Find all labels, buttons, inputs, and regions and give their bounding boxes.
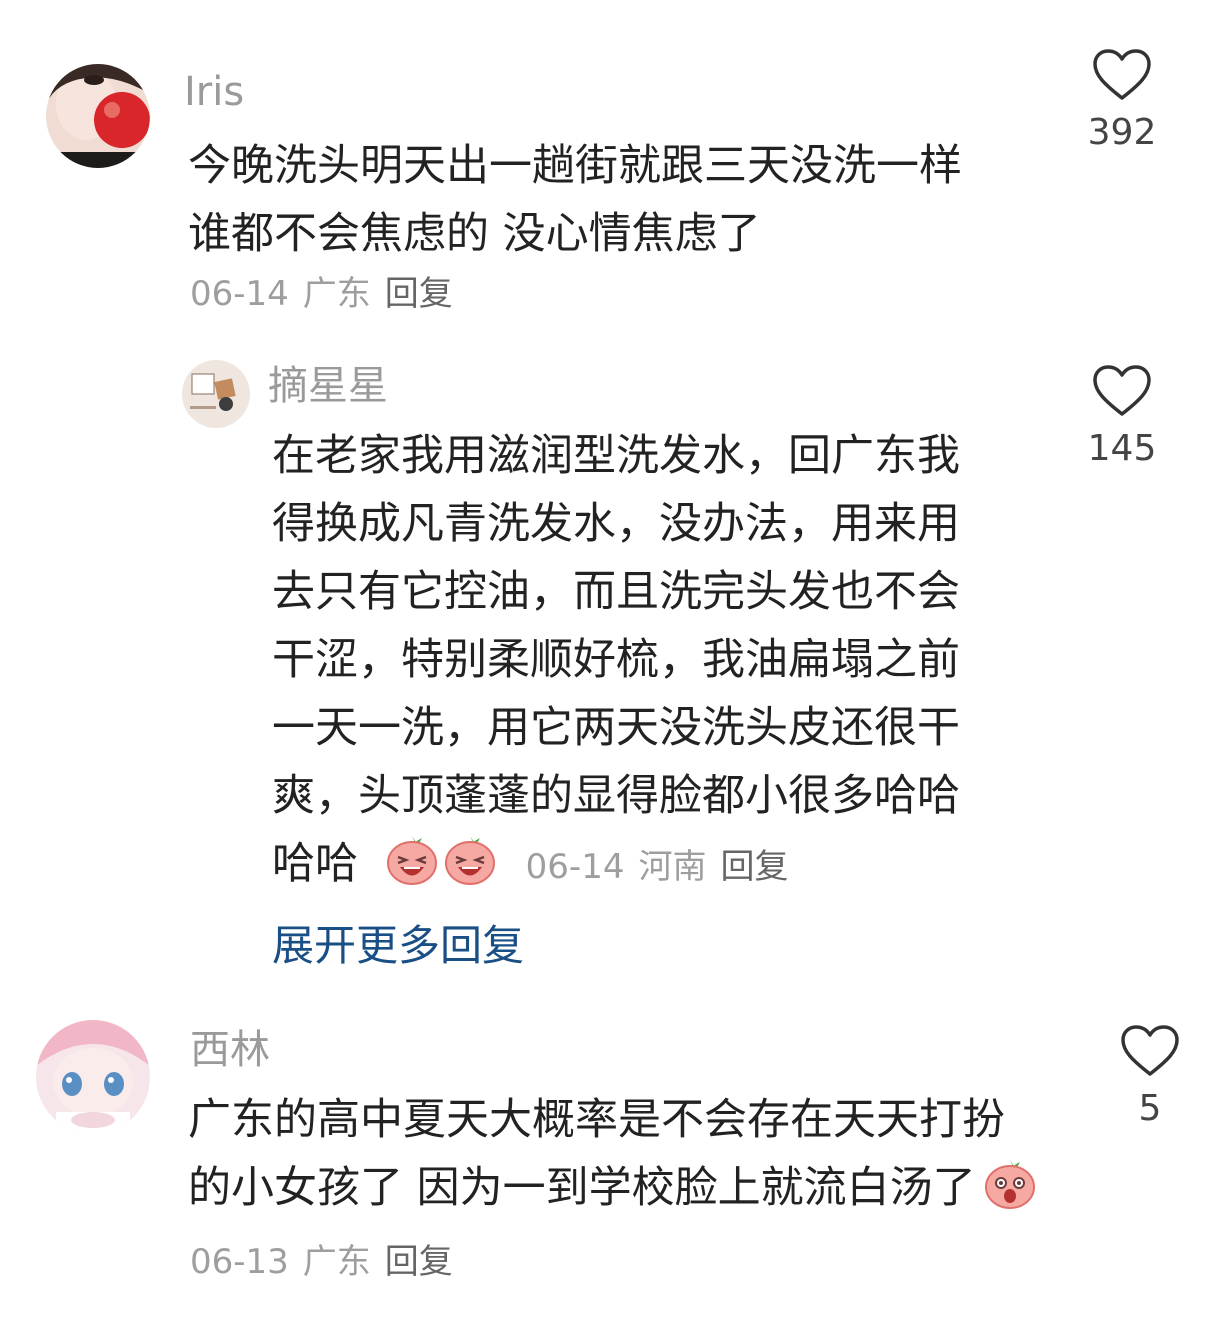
comment-meta: 06-13 广东 回复 (190, 1245, 467, 1279)
username[interactable]: 摘星星 (268, 366, 388, 406)
like-button[interactable]: 5 (1090, 1024, 1210, 1129)
reply-location: 河南 (638, 847, 707, 887)
reply-date: 06-14 (525, 847, 625, 887)
comment-location: 广东 (302, 274, 371, 314)
reply-text: 在老家我用滋润型洗发水，回广东我 得换成凡青洗发水，没办法，用来用 去只有它控油… (272, 422, 1062, 901)
like-count: 392 (1087, 112, 1157, 153)
avatar[interactable] (36, 1020, 150, 1134)
like-count: 5 (1138, 1088, 1162, 1129)
laughing-emoji-icon (444, 836, 495, 885)
comment-text: 今晚洗头明天出一趟街就跟三天没洗一样 谁都不会焦虑的 没心情焦虑了 (188, 141, 962, 259)
shocked-emoji-icon (984, 1160, 1035, 1209)
comment-last-line: 的小女孩了 因为一到学校脸上就流白汤了 (188, 1154, 1068, 1222)
comment-date: 06-14 (190, 274, 289, 314)
like-count: 145 (1087, 428, 1157, 469)
avatar[interactable] (46, 64, 150, 168)
comment-location: 广东 (302, 1242, 371, 1282)
expand-more-replies-link[interactable]: 展开更多回复 (272, 912, 524, 973)
heart-icon (1093, 365, 1151, 416)
heart-icon (1093, 49, 1151, 100)
reply-button[interactable]: 回复 (385, 274, 453, 314)
reply-button[interactable]: 回复 (720, 847, 788, 887)
laughing-emoji-icon (386, 836, 437, 885)
avatar[interactable] (182, 360, 250, 428)
username[interactable]: 西林 (190, 1030, 270, 1070)
username[interactable]: Iris (184, 72, 244, 112)
comment-date: 06-13 (190, 1242, 289, 1282)
comment-meta: 06-14 广东 回复 (190, 277, 467, 311)
like-button[interactable]: 145 (1062, 364, 1182, 469)
like-button[interactable]: 392 (1062, 48, 1182, 153)
heart-icon (1121, 1025, 1179, 1076)
reply-meta: 06-14 河南 回复 (526, 847, 803, 887)
reply-button[interactable]: 回复 (385, 1242, 453, 1282)
comment-text: 广东的高中夏天大概率是不会存在天天打扮 的小女孩了 因为一到学校脸上就流白汤了 (188, 1086, 1068, 1222)
reply-last-line: 哈哈 06-14 河南 回复 (272, 830, 1062, 901)
